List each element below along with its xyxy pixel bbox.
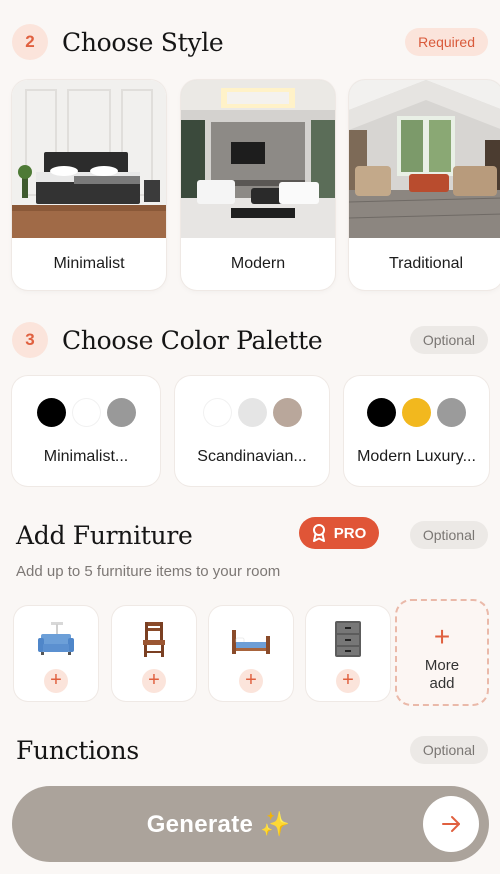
add-furniture-button[interactable]: + (44, 669, 68, 693)
arrow-right-icon (442, 816, 460, 832)
pro-badge[interactable]: PRO (299, 517, 379, 549)
section-title: Functions (16, 735, 139, 765)
palette-label: Minimalist... (43, 448, 129, 465)
add-furniture-button[interactable]: + (142, 669, 166, 693)
required-badge: Required (405, 28, 488, 56)
pro-label: PRO (333, 524, 367, 542)
color-swatch (437, 398, 466, 427)
style-image-traditional (349, 80, 500, 238)
palette-label: Scandinavian... (197, 448, 307, 465)
color-swatches (12, 398, 160, 427)
color-swatch (237, 398, 267, 427)
palette-card-modern-luxury[interactable]: Modern Luxury... (344, 376, 489, 486)
style-image-modern (181, 80, 335, 238)
style-image-minimalist (12, 80, 166, 238)
generate-arrow-button[interactable] (423, 796, 479, 852)
furniture-subtitle: Add up to 5 furniture items to your room (16, 563, 281, 580)
style-card-minimalist[interactable]: Minimalist (12, 80, 166, 290)
more-add-label-line1: More (424, 657, 460, 674)
furniture-item-sofa[interactable]: + (14, 606, 98, 701)
choose-palette-header: 3 Choose Color Palette Optional (12, 320, 488, 360)
section-title: Choose Color Palette (62, 325, 323, 355)
add-furniture-button[interactable]: + (239, 669, 263, 693)
style-card-traditional[interactable]: Traditional (349, 80, 500, 290)
award-icon (312, 524, 325, 542)
color-swatch (367, 398, 396, 427)
style-card-modern[interactable]: Modern (181, 80, 335, 290)
chair-icon (143, 622, 165, 657)
section-title: Add Furniture (16, 520, 193, 550)
choose-style-header: 2 Choose Style Required (12, 22, 488, 62)
color-swatch (106, 398, 136, 427)
color-swatches (175, 398, 329, 427)
palette-card-scandinavian[interactable]: Scandinavian... (175, 376, 329, 486)
furniture-item-cabinet[interactable]: + (306, 606, 390, 701)
optional-badge: Optional (409, 521, 488, 549)
furniture-item-bed[interactable]: + (209, 606, 293, 701)
palette-label: Modern Luxury... (357, 448, 476, 465)
sofa-icon (38, 622, 74, 655)
palette-card-minimalist[interactable]: Minimalist... (12, 376, 160, 486)
color-swatch (402, 398, 431, 427)
style-label: Minimalist (53, 255, 125, 272)
style-label: Modern (230, 255, 286, 272)
color-swatch (36, 398, 66, 427)
section-title: Choose Style (62, 27, 224, 57)
optional-badge: Optional (409, 326, 488, 354)
style-label: Traditional (388, 255, 464, 272)
plus-icon: + (433, 621, 451, 652)
step-number: 3 (12, 322, 48, 358)
more-add-label: More add (397, 657, 487, 693)
color-swatch (202, 398, 232, 427)
bed-icon (232, 630, 270, 654)
generate-label: Generate ✨ (146, 810, 291, 838)
color-swatch (71, 398, 101, 427)
add-furniture-header: Add Furniture Optional (12, 515, 488, 555)
step-number: 2 (12, 24, 48, 60)
furniture-item-chair[interactable]: + (112, 606, 196, 701)
functions-header: Functions Optional (12, 730, 488, 770)
cabinet-icon (335, 621, 361, 657)
generate-button[interactable]: Generate ✨ (12, 786, 489, 862)
more-add-button[interactable]: + More add (395, 599, 489, 706)
more-add-label-line2: add (429, 675, 455, 692)
optional-badge: Optional (409, 736, 488, 764)
color-swatch (272, 398, 302, 427)
add-furniture-button[interactable]: + (336, 669, 360, 693)
color-swatches (344, 398, 489, 427)
